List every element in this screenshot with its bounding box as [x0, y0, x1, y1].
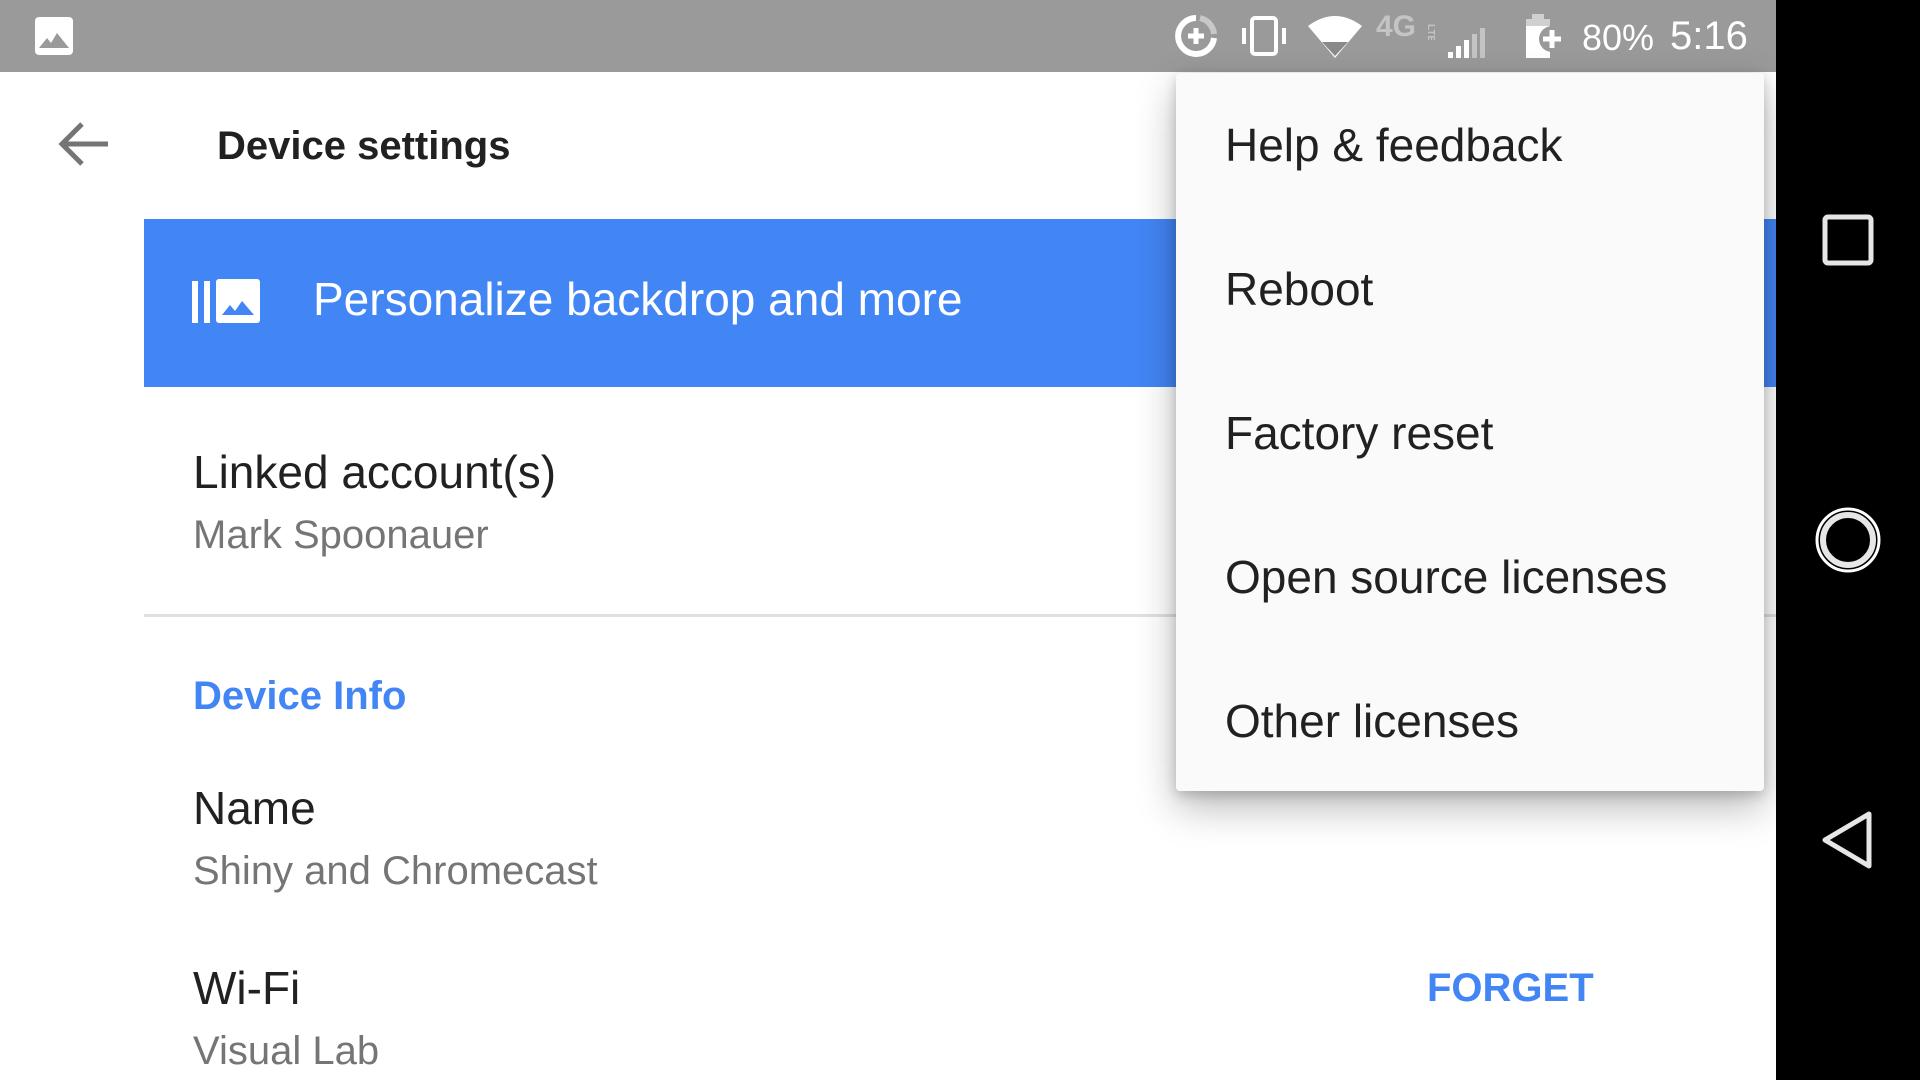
menu-item-open-source-licenses[interactable]: Open source licenses [1176, 505, 1764, 649]
menu-item-label: Open source licenses [1225, 551, 1668, 603]
linked-accounts-title: Linked account(s) [193, 446, 557, 498]
menu-item-help-feedback[interactable]: Help & feedback [1176, 73, 1764, 217]
clock: 5:16 [1670, 14, 1748, 58]
svg-text:LTE: LTE [1425, 24, 1436, 40]
back-nav-button[interactable] [1776, 790, 1920, 890]
linked-accounts-value: Mark Spoonauer [193, 513, 489, 557]
4g-lte-icon: 4G LTE [1376, 10, 1440, 45]
device-info-section-header: Device Info [193, 674, 407, 718]
recents-button[interactable] [1776, 190, 1920, 290]
menu-item-factory-reset[interactable]: Factory reset [1176, 361, 1764, 505]
wifi-network-value: Visual Lab [193, 1029, 380, 1073]
battery-percent: 80% [1582, 17, 1655, 58]
overflow-menu: Help & feedback Reboot Factory reset Ope… [1176, 73, 1764, 791]
menu-item-other-licenses[interactable]: Other licenses [1176, 649, 1764, 793]
menu-item-label: Factory reset [1225, 407, 1494, 459]
image-notification-icon [35, 17, 73, 60]
forget-wifi-button[interactable]: FORGET [1427, 964, 1594, 1012]
device-name-value: Shiny and Chromecast [193, 849, 598, 893]
device-name-title: Name [193, 782, 316, 834]
menu-item-label: Other licenses [1225, 695, 1520, 747]
banner-label: Personalize backdrop and more [313, 273, 963, 325]
page-title: Device settings [217, 124, 511, 168]
signal-icon [1446, 24, 1486, 63]
vibrate-icon [1236, 14, 1292, 63]
data-saver-icon [1174, 14, 1218, 63]
menu-item-label: Help & feedback [1225, 119, 1563, 171]
home-icon [1815, 507, 1881, 573]
back-button[interactable] [52, 112, 116, 176]
wifi-icon [1306, 14, 1364, 63]
menu-item-reboot[interactable]: Reboot [1176, 217, 1764, 361]
home-button[interactable] [1776, 490, 1920, 590]
svg-text:4G: 4G [1376, 10, 1416, 40]
wifi-title: Wi-Fi [193, 962, 301, 1014]
backdrop-icon [192, 279, 262, 328]
back-triangle-icon [1822, 811, 1872, 869]
battery-charging-icon [1524, 14, 1566, 63]
navigation-bar [1776, 0, 1920, 1080]
menu-item-label: Reboot [1225, 263, 1374, 315]
arrow-back-icon [58, 122, 108, 166]
recents-icon [1822, 214, 1874, 266]
status-bar: 4G LTE 80% 5:16 [0, 0, 1776, 72]
